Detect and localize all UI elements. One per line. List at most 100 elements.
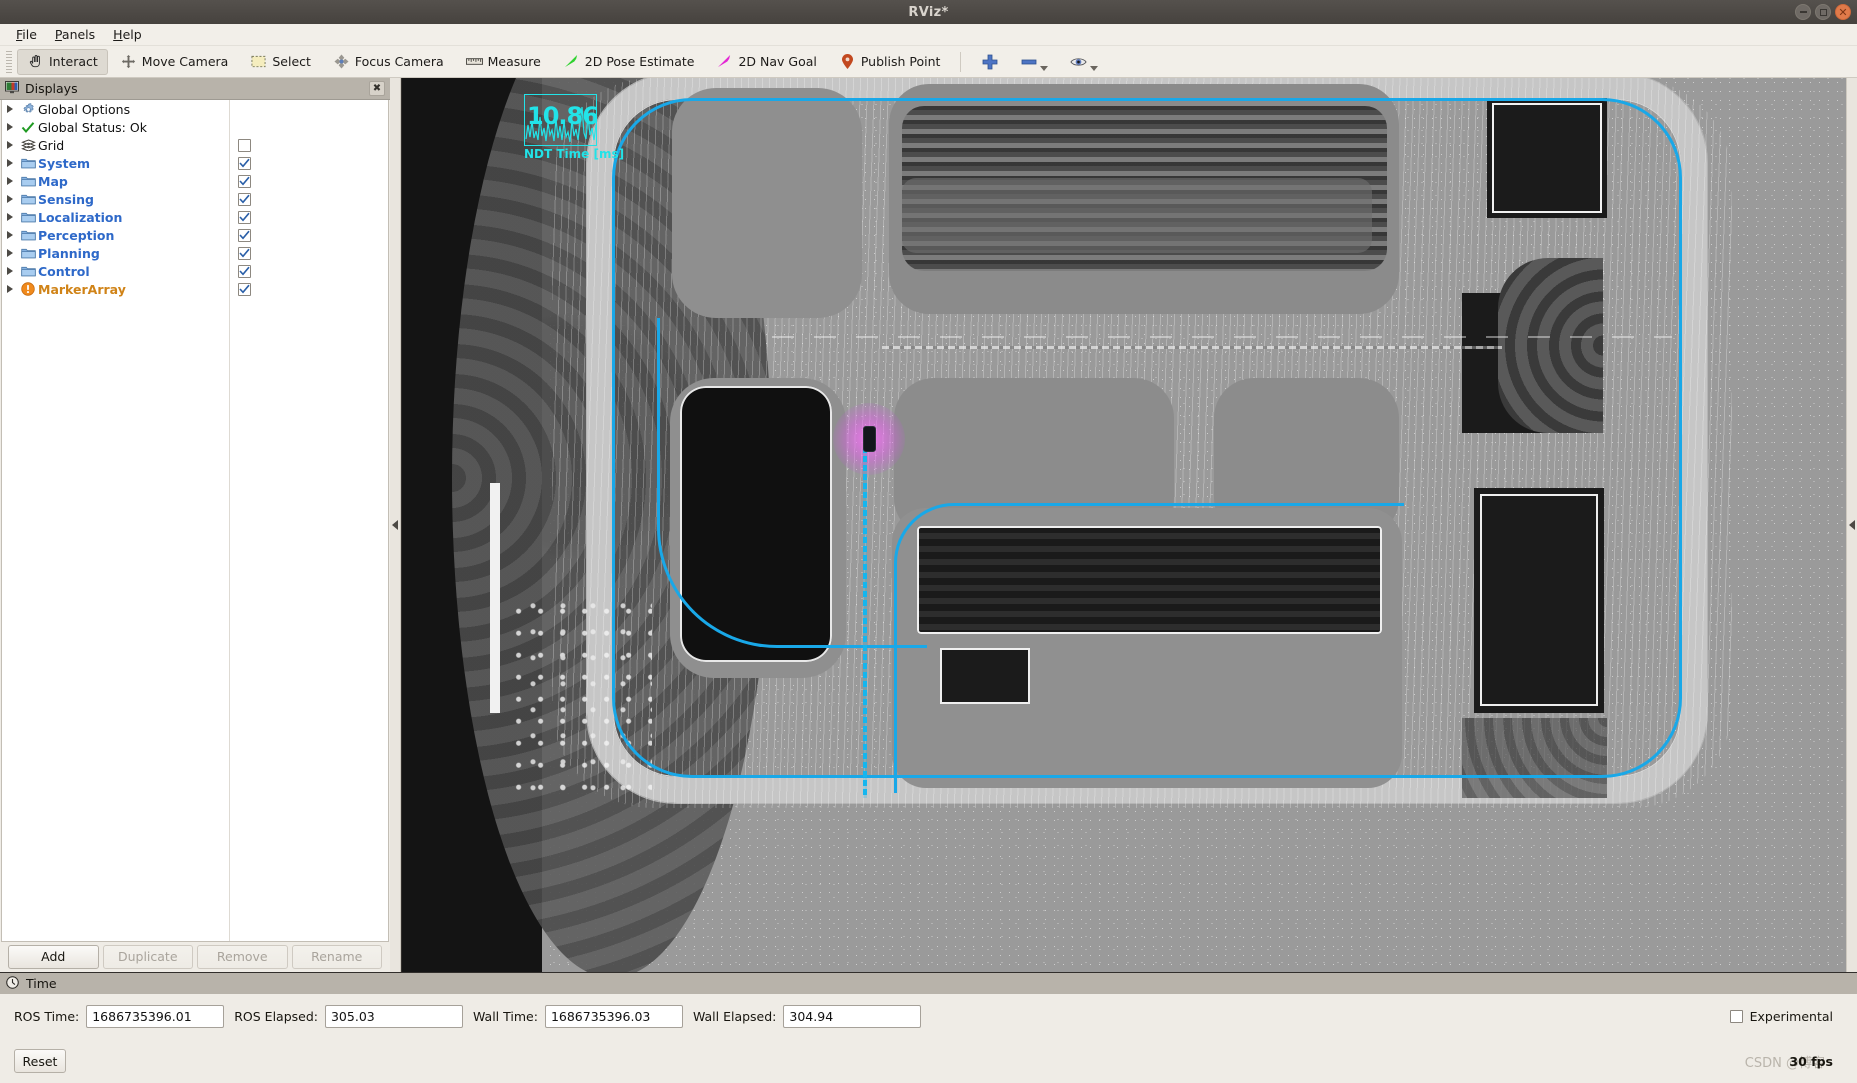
- tree-checkbox-sensing[interactable]: [238, 192, 251, 206]
- folder-icon-4: [18, 211, 38, 223]
- tool-move-camera[interactable]: Move Camera: [110, 49, 239, 75]
- wall-elapsed-input[interactable]: [783, 1005, 922, 1028]
- expand-arrow-icon-4[interactable]: [2, 159, 18, 167]
- ros-time-input[interactable]: [86, 1005, 225, 1028]
- ros-elapsed-input[interactable]: [324, 1005, 463, 1028]
- tool-bar: Interact Move Camera Select Focus Camera…: [0, 46, 1857, 78]
- expand-arrow-icon-8[interactable]: [2, 231, 18, 239]
- tree-checkbox-grid[interactable]: [238, 138, 251, 152]
- tool-measure[interactable]: Measure: [456, 49, 551, 75]
- tree-item-markerarray[interactable]: MarkerArray: [2, 280, 388, 298]
- tree-checkbox-perception[interactable]: [238, 228, 251, 242]
- folder-icon-3: [18, 193, 38, 205]
- add-tool-button[interactable]: [971, 49, 1008, 75]
- menu-panels[interactable]: Panels: [47, 25, 103, 44]
- experimental-checkbox[interactable]: [1729, 1010, 1743, 1023]
- tree-item-control[interactable]: Control: [2, 262, 388, 280]
- hand-icon: [27, 53, 44, 70]
- status-footer: Reset CSDN @博客 30 fps: [0, 1039, 1857, 1083]
- warning-icon: [18, 282, 38, 296]
- displays-button-row: Add Duplicate Remove Rename: [0, 942, 390, 972]
- tree-item-global-status-label: Global Status: Ok: [38, 119, 147, 135]
- tree-item-system[interactable]: System: [2, 154, 388, 172]
- wall-elapsed-label: Wall Elapsed:: [692, 1009, 777, 1024]
- tool-select-label: Select: [272, 54, 311, 69]
- maximize-button[interactable]: [1815, 4, 1831, 20]
- left-panel-collapse-handle[interactable]: [390, 78, 401, 972]
- experimental-label: Experimental: [1749, 1009, 1833, 1024]
- tree-item-perception[interactable]: Perception: [2, 226, 388, 244]
- ego-trajectory: [863, 438, 867, 798]
- time-panel-body: ROS Time: ROS Elapsed: Wall Time: Wall E…: [0, 994, 1857, 1039]
- tool-publish-point[interactable]: Publish Point: [829, 49, 951, 75]
- close-button[interactable]: ✕: [1835, 4, 1851, 20]
- tree-checkbox-planning[interactable]: [238, 246, 251, 260]
- expand-arrow-icon-2[interactable]: [2, 123, 18, 131]
- expand-arrow-icon-9[interactable]: [2, 249, 18, 257]
- tree-checkbox-localization[interactable]: [238, 210, 251, 224]
- experimental-toggle[interactable]: Experimental: [1729, 1009, 1833, 1024]
- tool-2d-pose-estimate-label: 2D Pose Estimate: [584, 54, 695, 69]
- tree-item-grid[interactable]: Grid: [2, 136, 388, 154]
- minimize-button[interactable]: [1795, 4, 1811, 20]
- tree-checkbox-system[interactable]: [238, 156, 251, 170]
- rviz-window: RViz* ✕ File Panels Help Interact Move C…: [0, 0, 1857, 1083]
- tree-checkbox-markerarray[interactable]: [238, 282, 251, 296]
- tree-checkbox-map[interactable]: [238, 174, 251, 188]
- displays-tree[interactable]: Global Options Global Status: Ok Grid Sy…: [1, 100, 389, 942]
- expand-arrow-icon-5[interactable]: [2, 177, 18, 185]
- ndt-time-label: NDT Time [ms]: [524, 147, 625, 161]
- tree-item-planning[interactable]: Planning: [2, 244, 388, 262]
- fps-indicator: 30 fps: [1789, 1053, 1833, 1069]
- displays-icon: [5, 79, 19, 98]
- menu-file[interactable]: File: [8, 25, 45, 44]
- folder-icon: [18, 157, 38, 169]
- tree-item-global-status[interactable]: Global Status: Ok: [2, 118, 388, 136]
- green-arrow-icon: [563, 53, 580, 70]
- reset-button[interactable]: Reset: [14, 1049, 66, 1073]
- wall-elapsed-field: Wall Elapsed:: [692, 1005, 922, 1028]
- move-camera-icon: [120, 53, 137, 70]
- route-branch-2: [894, 503, 1404, 793]
- chevron-down-icon-2[interactable]: [1090, 65, 1099, 71]
- tree-item-localization[interactable]: Localization: [2, 208, 388, 226]
- tool-2d-pose-estimate[interactable]: 2D Pose Estimate: [553, 49, 705, 75]
- gear-icon: [18, 102, 38, 116]
- tool-focus-camera[interactable]: Focus Camera: [323, 49, 454, 75]
- expand-arrow-icon-7[interactable]: [2, 213, 18, 221]
- displays-panel-title: Displays: [25, 81, 78, 96]
- tool-2d-nav-goal[interactable]: 2D Nav Goal: [706, 49, 826, 75]
- tree-item-sensing[interactable]: Sensing: [2, 190, 388, 208]
- tool-interact[interactable]: Interact: [17, 48, 108, 75]
- tree-checkbox-control[interactable]: [238, 264, 251, 278]
- rename-button[interactable]: Rename: [291, 944, 382, 969]
- duplicate-button[interactable]: Duplicate: [102, 944, 193, 969]
- remove-button[interactable]: Remove: [197, 944, 288, 969]
- eye-icon: [1070, 53, 1088, 70]
- view-tool-button[interactable]: [1060, 49, 1108, 75]
- folder-icon-6: [18, 247, 38, 259]
- expand-arrow-icon-11[interactable]: [2, 285, 18, 293]
- tree-item-global-options[interactable]: Global Options: [2, 100, 388, 118]
- menu-help[interactable]: Help: [105, 25, 150, 44]
- tree-item-map-label: Map: [38, 173, 68, 189]
- displays-panel-close-icon[interactable]: ✖: [369, 81, 385, 96]
- expand-arrow-icon-3[interactable]: [2, 141, 18, 149]
- expand-arrow-icon-6[interactable]: [2, 195, 18, 203]
- remove-tool-button[interactable]: [1010, 49, 1058, 75]
- add-button[interactable]: Add: [8, 944, 99, 969]
- render-view-3d[interactable]: 10.86 NDT Time [ms]: [401, 78, 1846, 972]
- tree-item-map[interactable]: Map: [2, 172, 388, 190]
- chevron-down-icon[interactable]: [1040, 65, 1049, 71]
- wall-time-input[interactable]: [544, 1005, 683, 1028]
- map-pin-icon: [839, 53, 856, 70]
- clock-icon: [6, 974, 19, 993]
- expand-arrow-icon[interactable]: [2, 105, 18, 113]
- toolbar-separator: [960, 51, 962, 72]
- expand-arrow-icon-10[interactable]: [2, 267, 18, 275]
- right-panel-collapse-handle[interactable]: [1846, 78, 1857, 972]
- tool-select[interactable]: Select: [240, 49, 321, 75]
- toolbar-grip[interactable]: [6, 50, 12, 73]
- time-panel-header: Time: [0, 972, 1857, 994]
- check-icon: [18, 121, 38, 134]
